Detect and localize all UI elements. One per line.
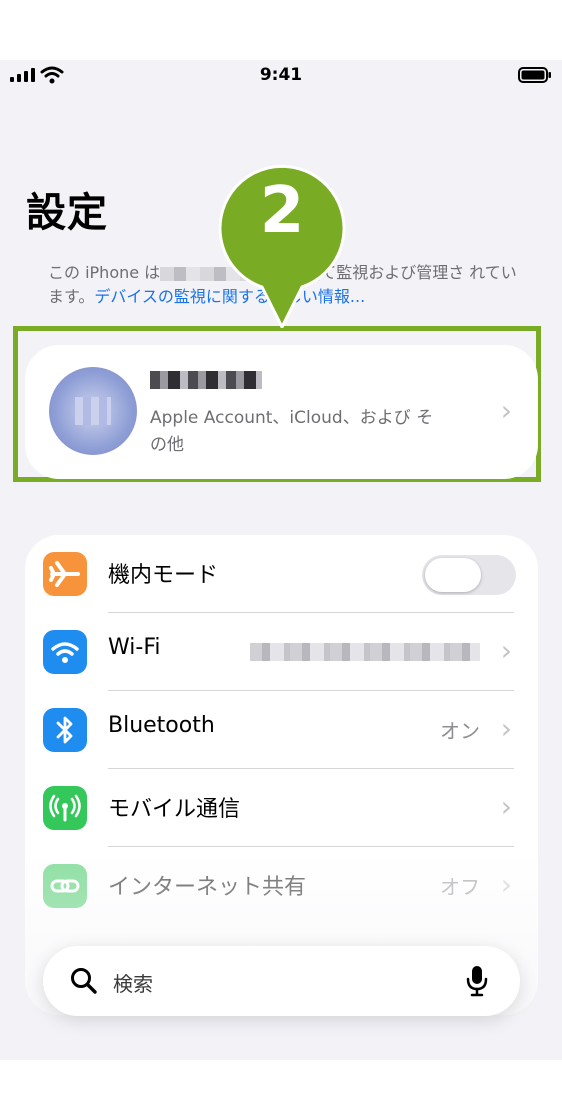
- airplane-icon: [43, 552, 87, 596]
- chevron-right-icon: ›: [500, 712, 512, 745]
- airplane-mode-row: 機内モード: [25, 535, 538, 613]
- status-time: 9:41: [259, 65, 303, 85]
- chevron-right-icon: ›: [500, 634, 512, 667]
- settings-group: 機内モード Wi-Fi › Bluetooth オン › モバイル通信 › イン…: [25, 535, 538, 1015]
- hotspot-value: オフ: [440, 875, 480, 899]
- bluetooth-value: オン: [440, 719, 480, 743]
- supervision-prefix: この iPhone は: [48, 263, 161, 282]
- page-title: 設定: [26, 190, 108, 236]
- bluetooth-row[interactable]: Bluetooth オン ›: [25, 691, 538, 769]
- cellular-antenna-icon: [43, 786, 87, 830]
- cellular-label: モバイル通信: [108, 797, 241, 822]
- hotspot-label: インターネット共有: [108, 875, 307, 900]
- bluetooth-label: Bluetooth: [108, 713, 215, 738]
- redacted-initials: [75, 397, 111, 425]
- airplane-mode-label: 機内モード: [108, 563, 219, 588]
- avatar: [49, 367, 137, 455]
- bluetooth-icon: [43, 708, 87, 752]
- apple-account-row[interactable]: Apple Account、iCloud、および その他 ›: [25, 345, 538, 479]
- wifi-label: Wi-Fi: [108, 635, 161, 660]
- redacted-network-name: [250, 643, 480, 661]
- chevron-right-icon: ›: [500, 394, 512, 427]
- battery-icon: [518, 67, 551, 83]
- search-icon: [71, 968, 97, 994]
- chevron-right-icon: ›: [500, 868, 512, 901]
- wifi-icon: [43, 630, 87, 674]
- wifi-row[interactable]: Wi-Fi ›: [25, 613, 538, 691]
- personal-hotspot-row[interactable]: インターネット共有 オフ ›: [25, 847, 538, 925]
- chevron-right-icon: ›: [500, 790, 512, 823]
- step-marker-number: 2: [259, 174, 305, 248]
- status-bar: 9:41: [0, 60, 562, 94]
- hotspot-link-icon: [43, 864, 87, 908]
- redacted-account-name: [150, 371, 262, 389]
- airplane-mode-toggle[interactable]: [422, 555, 516, 595]
- account-subtitle: Apple Account、iCloud、および その他: [150, 408, 434, 455]
- microphone-icon[interactable]: [466, 964, 488, 998]
- cellular-row[interactable]: モバイル通信 ›: [25, 769, 538, 847]
- search-bar[interactable]: 検索: [43, 946, 520, 1016]
- toggle-knob: [425, 558, 481, 592]
- settings-screen: 9:41 設定 この iPhone はて監視および管理さ れています。デバイスの…: [0, 60, 562, 1060]
- search-placeholder: 検索: [113, 972, 153, 996]
